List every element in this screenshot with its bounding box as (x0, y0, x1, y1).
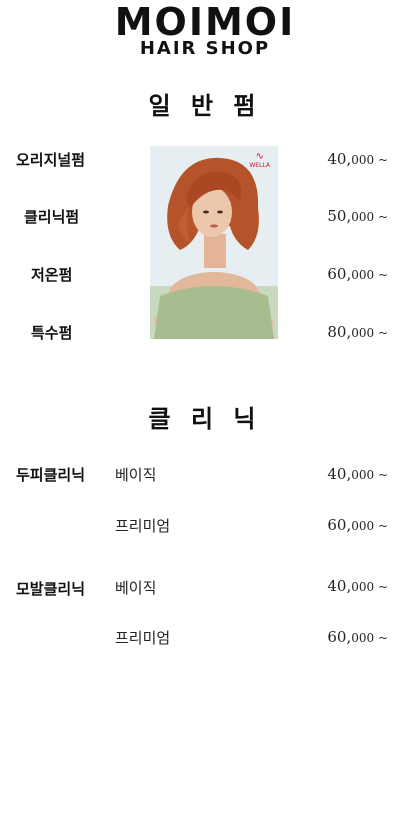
menu-item-name: 특수펌 (31, 324, 73, 342)
brand-name: WELLA (249, 162, 270, 169)
clinic-option-label: 프리미엄 (115, 517, 171, 535)
menu-item-name: 저온펌 (31, 266, 73, 284)
clinic-option-price: 40,000 ~ (327, 577, 388, 595)
clinic-option-price: 40,000 ~ (327, 465, 388, 483)
clinic-group-name: 모발클리닉 (16, 580, 86, 598)
shop-logo: MOIMOI HAIR SHOP (0, 0, 410, 59)
model-illustration (150, 146, 278, 339)
clinic-option-label: 프리미엄 (115, 629, 171, 647)
clinic-option-price: 60,000 ~ (327, 516, 388, 534)
clinic-option-label: 베이직 (115, 579, 157, 597)
menu-item-name: 오리지널펌 (16, 151, 86, 169)
menu-item-price: 60,000 ~ (327, 265, 388, 283)
wella-swirl-icon: ∿ (255, 151, 264, 162)
menu-item-price: 40,000 ~ (327, 150, 388, 168)
menu-item-price: 50,000 ~ (327, 207, 388, 225)
model-photo: ∿ WELLA (150, 146, 278, 339)
logo-sub-text: HAIR SHOP (139, 38, 271, 59)
menu-item-name: 클리닉펌 (24, 208, 80, 226)
menu-item-price: 80,000 ~ (327, 323, 388, 341)
clinic-option-price: 60,000 ~ (327, 628, 388, 646)
section-title-clinic: 클 리 닉 (148, 405, 262, 433)
clinic-group-name: 두피클리닉 (16, 466, 86, 484)
logo-main-text: MOIMOI (114, 0, 296, 44)
brand-badge: ∿ WELLA (249, 151, 270, 170)
section-title-perm: 일 반 펌 (148, 92, 262, 120)
clinic-option-label: 베이직 (115, 466, 157, 484)
